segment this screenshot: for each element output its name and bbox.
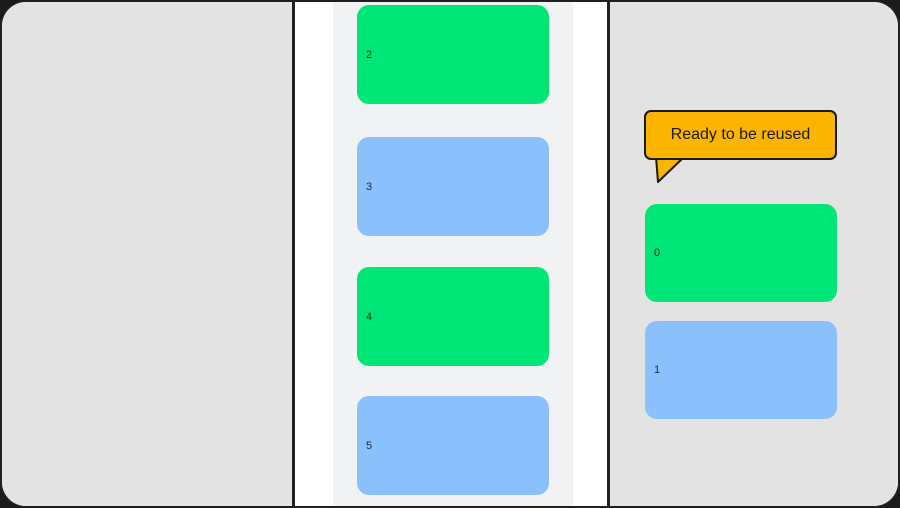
pool-item: 1 [645,321,837,419]
list-item: 3 [357,137,549,236]
phone-screen: 2 3 4 5 [292,2,610,506]
pool-item: 0 [645,204,837,302]
callout-text: Ready to be reused [670,126,811,143]
list-item-label: 5 [366,439,373,452]
pool-item-label: 1 [654,364,661,376]
recycler-list: 2 3 4 5 [333,2,573,506]
list-item: 2 [357,5,549,104]
list-item: 4 [357,267,549,366]
pool-item-label: 0 [654,247,661,259]
list-item-label: 3 [366,180,373,193]
list-item: 5 [357,396,549,495]
list-item-label: 4 [366,310,373,323]
callout-tail [655,157,685,183]
left-empty-panel [2,2,291,506]
reuse-callout: Ready to be reused [644,110,837,160]
list-item-label: 2 [366,48,373,61]
